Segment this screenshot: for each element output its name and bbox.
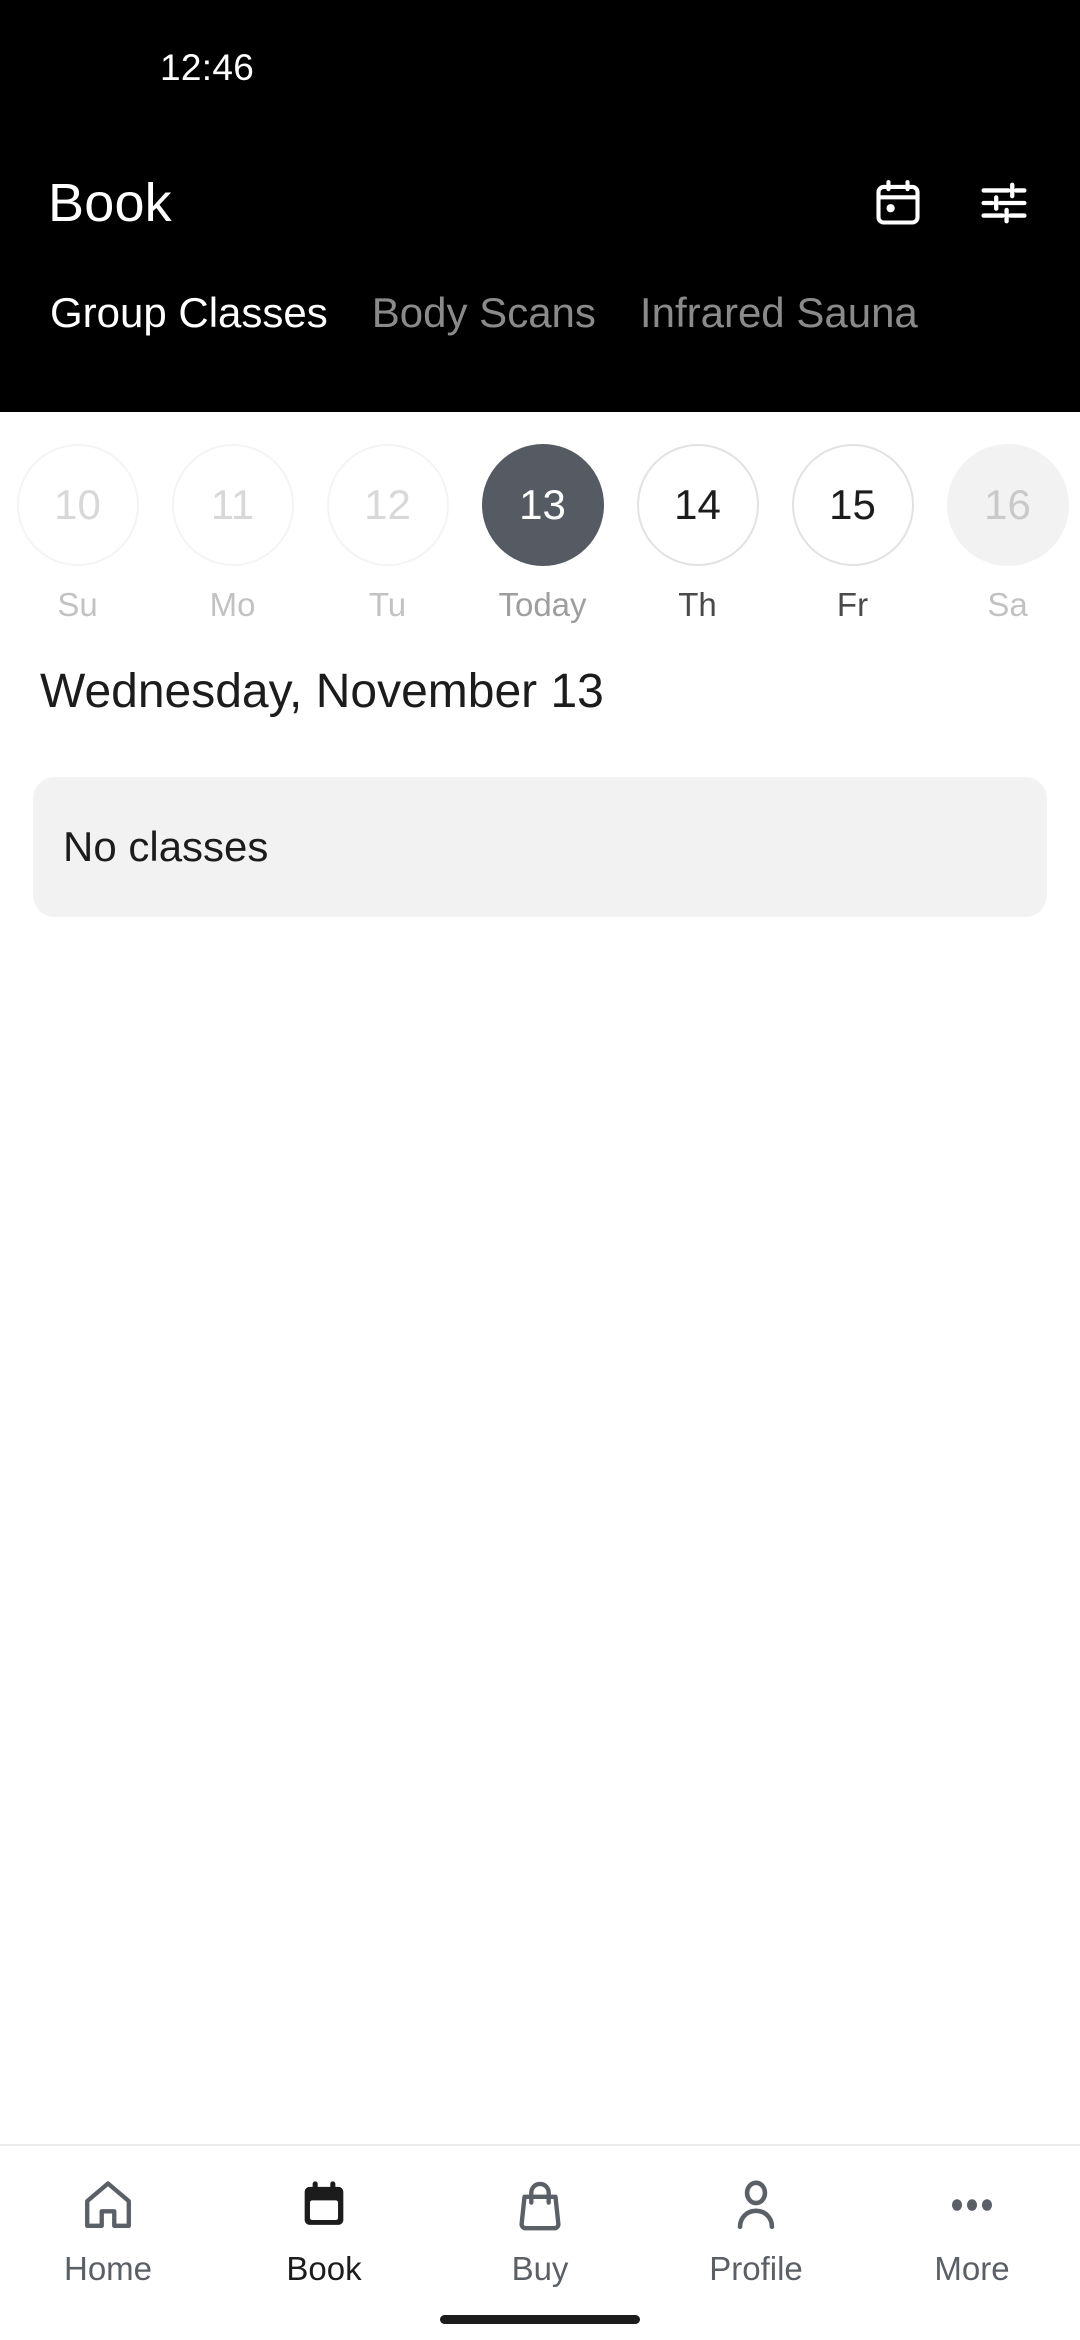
calendar-icon[interactable]: [870, 175, 926, 231]
nav-label: Book: [286, 2250, 362, 2287]
nav-item-more[interactable]: More: [864, 2174, 1080, 2288]
app-screen: 12:46 Book Group Classes Body Scans Infr…: [0, 0, 1080, 2340]
nav-label: Buy: [511, 2250, 569, 2287]
date-circle[interactable]: 10: [16, 444, 139, 566]
date-cell-11[interactable]: 11 Mo: [155, 444, 310, 624]
home-indicator-area: [0, 2298, 1080, 2340]
person-icon: [722, 2174, 790, 2236]
status-bar: 12:46: [0, 0, 1080, 118]
filter-icon[interactable]: [976, 175, 1032, 231]
status-bar-clock: 12:46: [160, 47, 255, 88]
nav-item-home[interactable]: Home: [0, 2174, 216, 2288]
date-cell-10[interactable]: 10 Su: [0, 444, 155, 624]
shopping-bag-icon: [506, 2174, 574, 2236]
date-weekday-label: Su: [57, 586, 98, 623]
home-icon: [74, 2174, 142, 2236]
date-cell-12[interactable]: 12 Tu: [310, 444, 465, 624]
service-tabs: Group Classes Body Scans Infrared Sauna: [0, 288, 1080, 398]
date-circle[interactable]: 11: [171, 444, 294, 566]
tab-body-scans[interactable]: Body Scans: [350, 288, 618, 338]
date-circle[interactable]: 12: [326, 444, 449, 566]
more-dots-icon: [938, 2174, 1006, 2236]
app-bar-actions: [870, 175, 1032, 231]
main-content: Wednesday, November 13 No classes: [0, 642, 1080, 2144]
selected-day-heading: Wednesday, November 13: [40, 665, 604, 718]
date-cell-13-selected[interactable]: 13 Today: [465, 444, 620, 624]
tab-infrared-sauna[interactable]: Infrared Sauna: [618, 288, 940, 338]
tab-group-classes[interactable]: Group Classes: [28, 288, 350, 338]
empty-state-card: No classes: [33, 777, 1047, 917]
date-weekday-label: Fr: [836, 586, 869, 623]
app-bar: Book: [0, 118, 1080, 288]
nav-item-profile[interactable]: Profile: [648, 2174, 864, 2288]
date-weekday-label: Today: [498, 586, 587, 623]
date-weekday-label: Sa: [987, 586, 1028, 623]
empty-state-text: No classes: [63, 823, 269, 870]
date-circle-selected[interactable]: 13: [481, 444, 604, 566]
date-circle[interactable]: 15: [791, 444, 914, 566]
nav-item-buy[interactable]: Buy: [432, 2174, 648, 2288]
header-block: 12:46 Book Group Classes Body Scans Infr…: [0, 0, 1080, 412]
nav-label: Home: [63, 2250, 153, 2287]
date-circle[interactable]: 16: [946, 444, 1069, 566]
calendar-filled-icon: [290, 2174, 358, 2236]
nav-item-book[interactable]: Book: [216, 2174, 432, 2288]
nav-label: More: [934, 2250, 1010, 2287]
date-cell-14[interactable]: 14 Th: [620, 444, 775, 624]
date-strip[interactable]: 10 Su 11 Mo 12 Tu 13 Today 14 Th 15 Fr 1…: [0, 412, 1080, 642]
date-weekday-label: Tu: [368, 586, 407, 623]
home-indicator[interactable]: [440, 2314, 640, 2324]
date-weekday-label: Mo: [209, 586, 256, 623]
date-circle[interactable]: 14: [636, 444, 759, 566]
page-title: Book: [48, 173, 172, 233]
date-cell-16[interactable]: 16 Sa: [930, 444, 1080, 624]
date-weekday-label: Th: [678, 586, 717, 623]
nav-label: Profile: [709, 2250, 803, 2287]
date-cell-15[interactable]: 15 Fr: [775, 444, 930, 624]
